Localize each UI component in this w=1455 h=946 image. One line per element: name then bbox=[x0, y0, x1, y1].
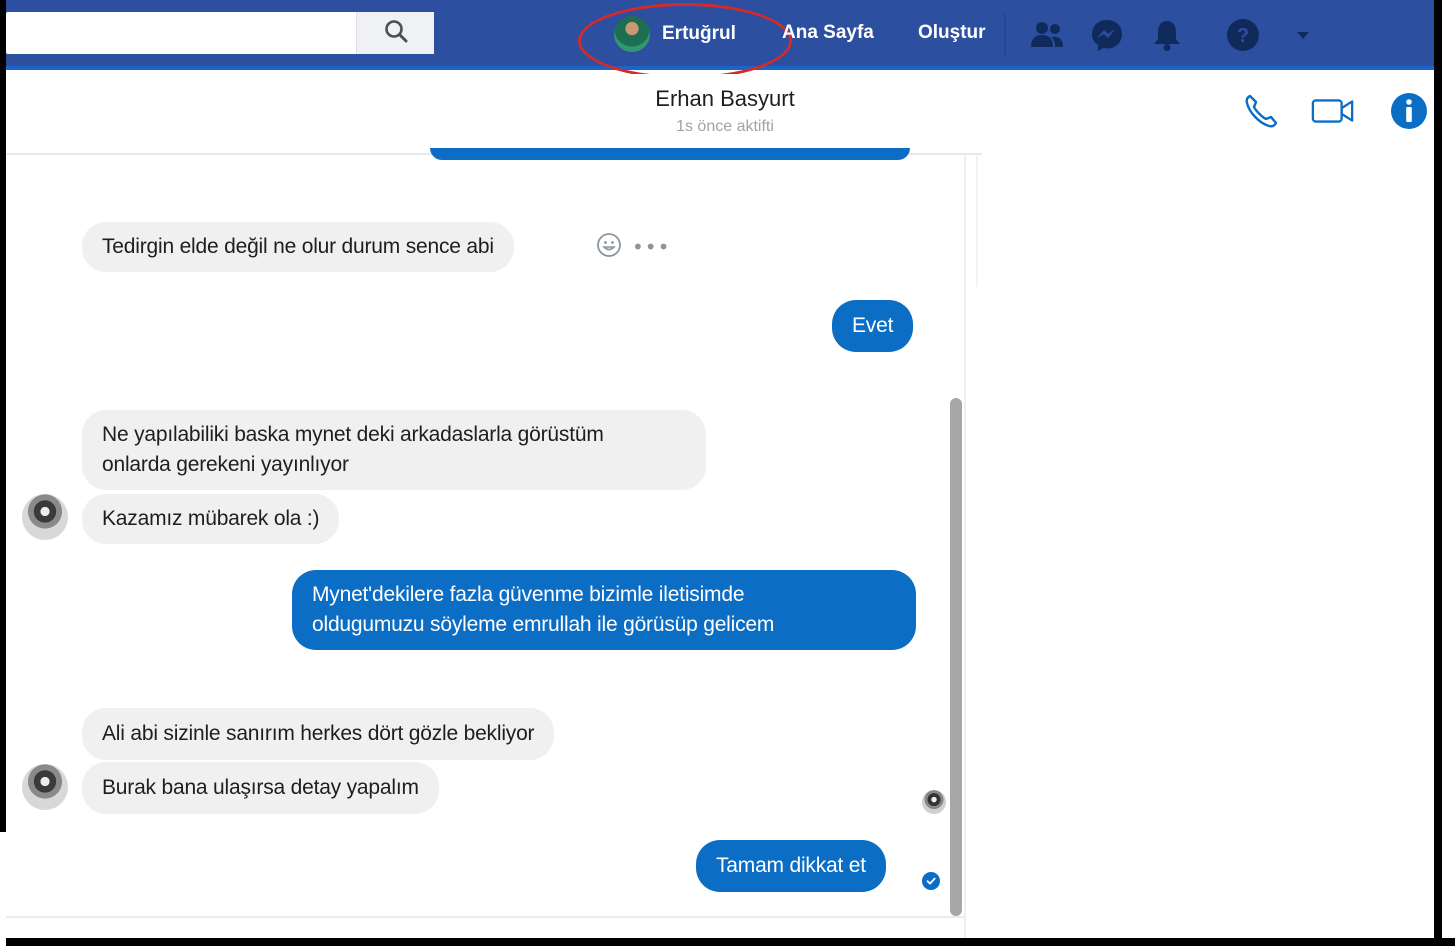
chat-panel-border bbox=[964, 155, 966, 938]
incoming-message[interactable]: Burak bana ulaşırsa detay yapalım bbox=[82, 762, 439, 814]
outgoing-message[interactable]: Tamam dikkat et bbox=[696, 840, 886, 892]
incoming-message[interactable]: Kazamız mübarek ola :) bbox=[82, 494, 340, 544]
message-text-line: onlarda gerekeni yayınlıyor bbox=[102, 453, 349, 476]
home-link[interactable]: Ana Sayfa bbox=[782, 22, 874, 44]
contact-active-status: 1s önce aktifti bbox=[676, 118, 774, 135]
messenger-icon[interactable] bbox=[1088, 16, 1126, 54]
chat-scrollbar[interactable] bbox=[950, 398, 962, 916]
friends-icon[interactable] bbox=[1028, 16, 1066, 54]
outgoing-message[interactable]: Evet bbox=[832, 300, 914, 352]
more-options-icon[interactable]: ••• bbox=[632, 235, 670, 259]
outgoing-message[interactable]: Mynet'dekilere fazla güvenme bizimle ile… bbox=[292, 570, 916, 650]
message-text: Ali abi sizinle sanırım herkes dört gözl… bbox=[102, 722, 535, 745]
seen-receipt-avatar bbox=[922, 790, 946, 814]
nav-divider bbox=[1004, 14, 1006, 56]
message-text: Burak bana ulaşırsa detay yapalım bbox=[102, 776, 419, 799]
react-smiley-icon[interactable] bbox=[596, 232, 622, 262]
message-text-line: Ne yapılabiliki baska mynet deki arkadas… bbox=[102, 423, 604, 446]
contact-name[interactable]: Erhan Basyurt bbox=[600, 86, 850, 112]
message-text: Tamam dikkat et bbox=[716, 854, 866, 877]
incoming-message[interactable]: Ali abi sizinle sanırım herkes dört gözl… bbox=[82, 708, 555, 760]
incoming-message[interactable]: Tedirgin elde değil ne olur durum sence … bbox=[82, 222, 514, 272]
delivered-check-icon bbox=[922, 872, 940, 890]
message-actions: ••• bbox=[596, 232, 670, 262]
annotation-circle bbox=[578, 3, 792, 79]
search-button[interactable] bbox=[356, 12, 434, 54]
composer-divider bbox=[6, 916, 964, 918]
dropdown-icon[interactable] bbox=[1284, 16, 1322, 54]
message-text: Kazamız mübarek ola :) bbox=[102, 507, 320, 530]
chat-panel-border-top bbox=[976, 155, 978, 287]
search-icon bbox=[383, 18, 409, 48]
incoming-message[interactable]: Ne yapılabiliki baska mynet deki arkadas… bbox=[82, 410, 706, 490]
phone-icon[interactable] bbox=[1238, 90, 1284, 132]
video-icon[interactable] bbox=[1310, 90, 1356, 132]
help-icon[interactable]: ? bbox=[1224, 16, 1262, 54]
screen-border-bottom bbox=[6, 938, 1455, 946]
screen-border-right bbox=[1434, 0, 1442, 946]
message-text: Tedirgin elde değil ne olur durum sence … bbox=[102, 235, 494, 258]
create-link[interactable]: Oluştur bbox=[918, 22, 986, 44]
message-text-line: Mynet'dekilere fazla güvenme bizimle ile… bbox=[312, 583, 745, 606]
message-text: Evet bbox=[852, 314, 894, 337]
notifications-icon[interactable] bbox=[1148, 16, 1186, 54]
contact-avatar[interactable] bbox=[22, 764, 68, 810]
previous-outgoing-message bbox=[430, 148, 910, 160]
svg-text:?: ? bbox=[1237, 25, 1249, 47]
contact-avatar[interactable] bbox=[22, 494, 68, 540]
info-icon[interactable] bbox=[1386, 90, 1432, 132]
message-text-line: oldugumuzu söyleme emrullah ile görüsüp … bbox=[312, 613, 775, 636]
